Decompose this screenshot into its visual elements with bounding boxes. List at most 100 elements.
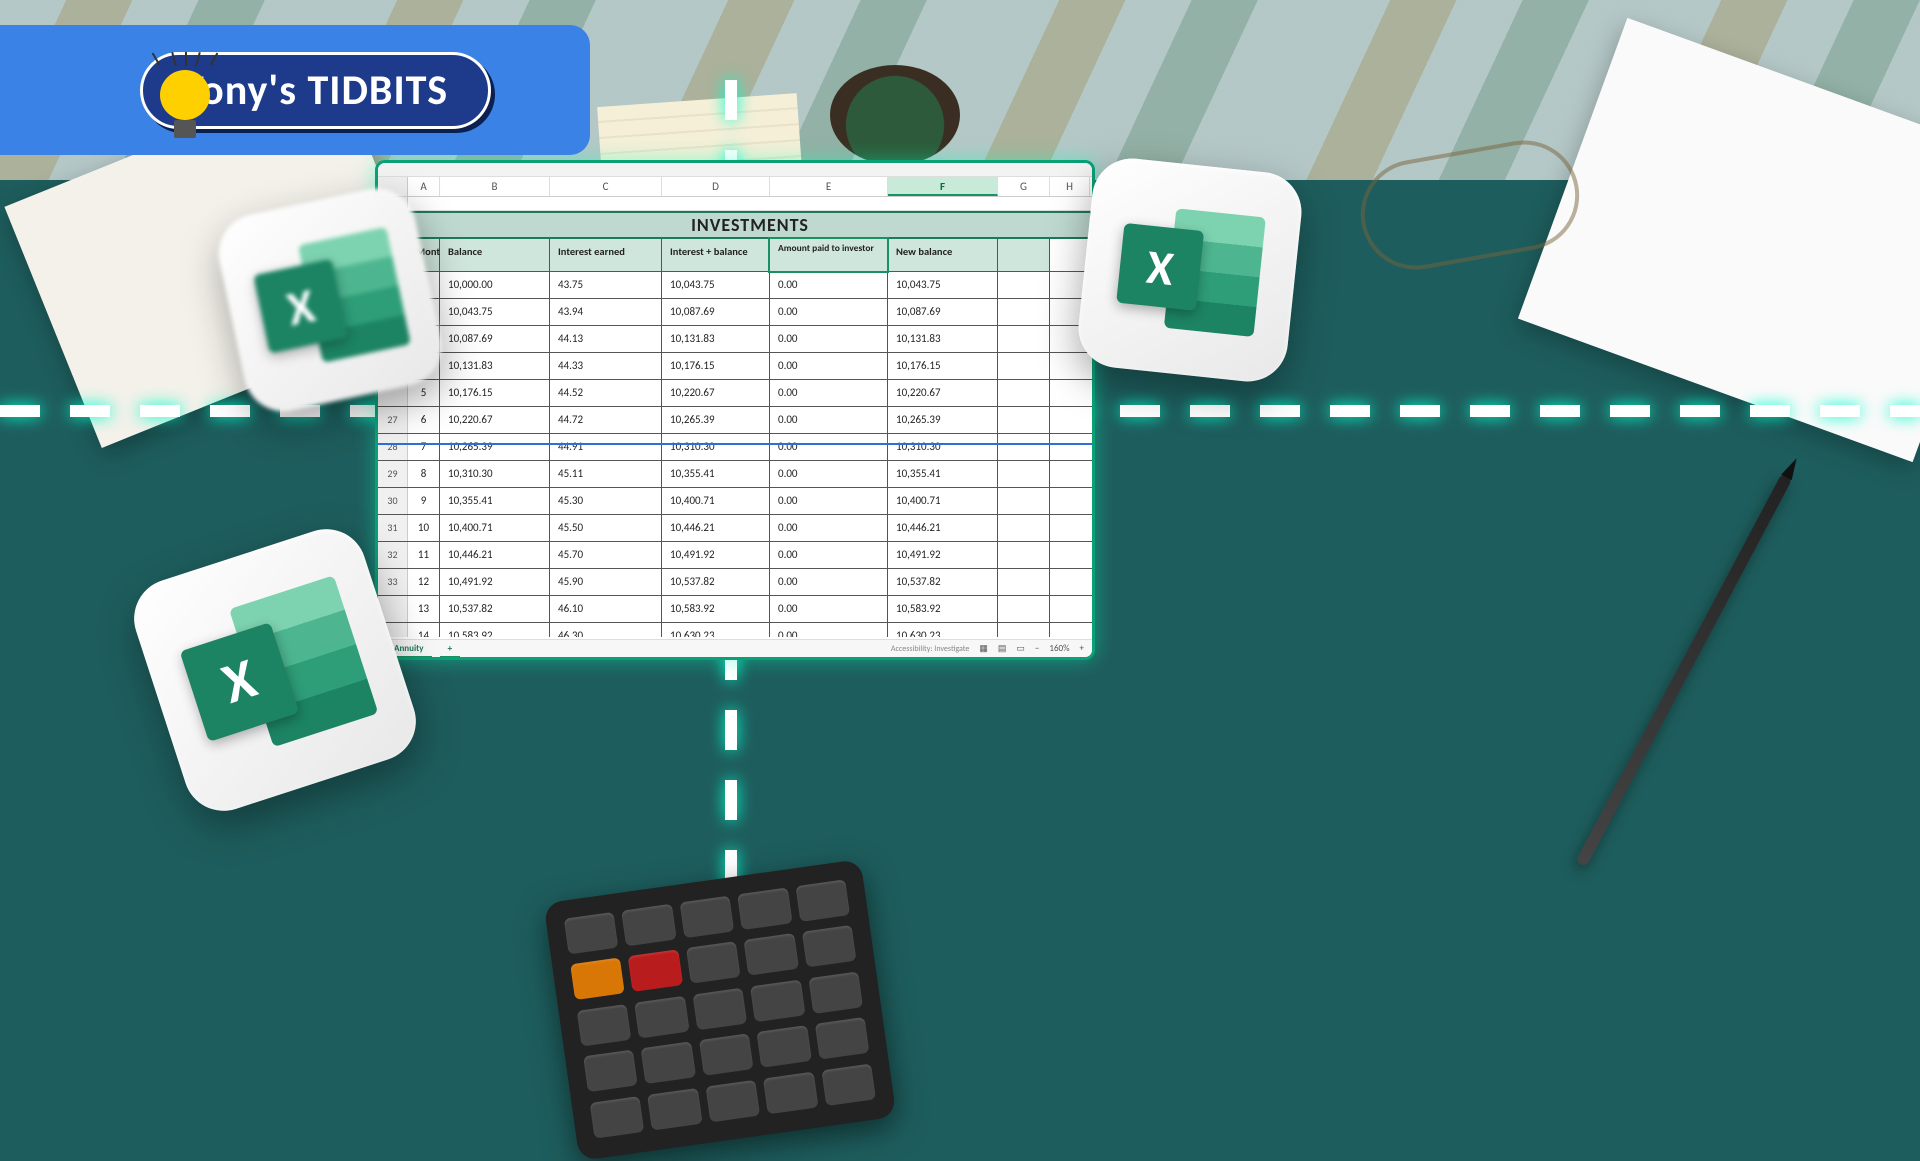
- cell-new-balance[interactable]: 10,491.92: [888, 542, 998, 568]
- cell-interest-plus-balance[interactable]: 10,265.39: [662, 407, 770, 433]
- cell-new-balance[interactable]: 10,537.82: [888, 569, 998, 595]
- col-header-H[interactable]: H: [1050, 177, 1090, 196]
- cell-balance[interactable]: 10,131.83: [440, 353, 550, 379]
- cell-new-balance[interactable]: 10,355.41: [888, 461, 998, 487]
- cell-interest[interactable]: 43.75: [550, 272, 662, 298]
- zoom-out-button[interactable]: −: [1035, 643, 1039, 654]
- cell-new-balance[interactable]: 10,400.71: [888, 488, 998, 514]
- row-number[interactable]: 27: [378, 407, 408, 433]
- cell-interest[interactable]: 44.72: [550, 407, 662, 433]
- cell-interest-plus-balance[interactable]: 10,310.30: [662, 434, 770, 460]
- cell-month[interactable]: 12: [408, 569, 440, 595]
- cell-month[interactable]: 8: [408, 461, 440, 487]
- cell-empty[interactable]: [998, 569, 1050, 595]
- col-header-F[interactable]: F: [888, 177, 998, 196]
- cell-balance[interactable]: 10,043.75: [440, 299, 550, 325]
- cell-balance[interactable]: 10,355.41: [440, 488, 550, 514]
- row-number[interactable]: 29: [378, 461, 408, 487]
- cell-amount-paid[interactable]: 0.00: [770, 353, 888, 379]
- header-interest-plus-balance[interactable]: Interest + balance: [662, 239, 770, 271]
- cell-interest-plus-balance[interactable]: 10,630.23: [662, 623, 770, 637]
- cell-interest-plus-balance[interactable]: 10,355.41: [662, 461, 770, 487]
- col-header-C[interactable]: C: [550, 177, 662, 196]
- cell-interest[interactable]: 46.10: [550, 596, 662, 622]
- cell-empty[interactable]: [998, 407, 1050, 433]
- cell-new-balance[interactable]: 10,630.23: [888, 623, 998, 637]
- cell-month[interactable]: 11: [408, 542, 440, 568]
- cell-interest-plus-balance[interactable]: 10,583.92: [662, 596, 770, 622]
- cell-interest[interactable]: 44.91: [550, 434, 662, 460]
- cell-new-balance[interactable]: 10,583.92: [888, 596, 998, 622]
- row-number[interactable]: 33: [378, 569, 408, 595]
- cell-interest[interactable]: 44.52: [550, 380, 662, 406]
- row-number[interactable]: 30: [378, 488, 408, 514]
- cell-interest[interactable]: 45.50: [550, 515, 662, 541]
- cell-new-balance[interactable]: 10,131.83: [888, 326, 998, 352]
- col-header-B[interactable]: B: [440, 177, 550, 196]
- cell-interest-plus-balance[interactable]: 10,400.71: [662, 488, 770, 514]
- cell-amount-paid[interactable]: 0.00: [770, 488, 888, 514]
- cell-interest-plus-balance[interactable]: 10,043.75: [662, 272, 770, 298]
- cell-balance[interactable]: 10,000.00: [440, 272, 550, 298]
- cell-amount-paid[interactable]: 0.00: [770, 596, 888, 622]
- cell-amount-paid[interactable]: 0.00: [770, 542, 888, 568]
- cell-month[interactable]: 10: [408, 515, 440, 541]
- header-interest-earned[interactable]: Interest earned: [550, 239, 662, 271]
- cell-amount-paid[interactable]: 0.00: [770, 434, 888, 460]
- cell-empty[interactable]: [998, 515, 1050, 541]
- cell-month[interactable]: 13: [408, 596, 440, 622]
- cell-balance[interactable]: 10,537.82: [440, 596, 550, 622]
- cell-amount-paid[interactable]: 0.00: [770, 569, 888, 595]
- cell-balance[interactable]: 10,310.30: [440, 461, 550, 487]
- cell-empty[interactable]: [998, 488, 1050, 514]
- cell-interest-plus-balance[interactable]: 10,491.92: [662, 542, 770, 568]
- row-number[interactable]: 32: [378, 542, 408, 568]
- cell-interest[interactable]: 45.90: [550, 569, 662, 595]
- cell-empty[interactable]: [998, 434, 1050, 460]
- cell-interest-plus-balance[interactable]: 10,537.82: [662, 569, 770, 595]
- cell-month[interactable]: 14: [408, 623, 440, 637]
- cell-new-balance[interactable]: 10,087.69: [888, 299, 998, 325]
- cell-empty[interactable]: [998, 272, 1050, 298]
- cell-new-balance[interactable]: 10,310.30: [888, 434, 998, 460]
- add-sheet-button[interactable]: +: [440, 641, 460, 658]
- cell-new-balance[interactable]: 10,446.21: [888, 515, 998, 541]
- cell-balance[interactable]: 10,491.92: [440, 569, 550, 595]
- cell-empty[interactable]: [998, 596, 1050, 622]
- view-break-icon[interactable]: ▭: [1016, 643, 1025, 654]
- cell-amount-paid[interactable]: 0.00: [770, 407, 888, 433]
- cell-new-balance[interactable]: 10,220.67: [888, 380, 998, 406]
- zoom-in-button[interactable]: +: [1080, 643, 1084, 654]
- cell-balance[interactable]: 10,446.21: [440, 542, 550, 568]
- cell-empty[interactable]: [998, 326, 1050, 352]
- cell-balance[interactable]: 10,583.92: [440, 623, 550, 637]
- row-number[interactable]: 28: [378, 434, 408, 460]
- cell-interest[interactable]: 46.30: [550, 623, 662, 637]
- view-normal-icon[interactable]: ▦: [979, 643, 988, 654]
- excel-ribbon[interactable]: [378, 163, 1092, 177]
- cell-balance[interactable]: 10,400.71: [440, 515, 550, 541]
- header-amount-paid[interactable]: Amount paid to investor: [770, 239, 888, 271]
- row-number[interactable]: 31: [378, 515, 408, 541]
- cell-interest-plus-balance[interactable]: 10,176.15: [662, 353, 770, 379]
- cell-interest[interactable]: 45.70: [550, 542, 662, 568]
- cell-interest[interactable]: 45.11: [550, 461, 662, 487]
- cell-empty[interactable]: [998, 461, 1050, 487]
- view-page-icon[interactable]: ▤: [998, 643, 1007, 654]
- col-header-D[interactable]: D: [662, 177, 770, 196]
- cell-empty[interactable]: [998, 542, 1050, 568]
- cell-amount-paid[interactable]: 0.00: [770, 461, 888, 487]
- cell-month[interactable]: 7: [408, 434, 440, 460]
- cell-amount-paid[interactable]: 0.00: [770, 515, 888, 541]
- cell-interest[interactable]: 45.30: [550, 488, 662, 514]
- cell-amount-paid[interactable]: 0.00: [770, 299, 888, 325]
- cell-balance[interactable]: 10,087.69: [440, 326, 550, 352]
- cell-balance[interactable]: 10,220.67: [440, 407, 550, 433]
- cell-balance[interactable]: 10,265.39: [440, 434, 550, 460]
- col-header-A[interactable]: A: [408, 177, 440, 196]
- cell-month[interactable]: 9: [408, 488, 440, 514]
- cell-interest[interactable]: 43.94: [550, 299, 662, 325]
- cell-interest[interactable]: 44.33: [550, 353, 662, 379]
- cell-empty[interactable]: [998, 623, 1050, 637]
- cell-empty[interactable]: [998, 353, 1050, 379]
